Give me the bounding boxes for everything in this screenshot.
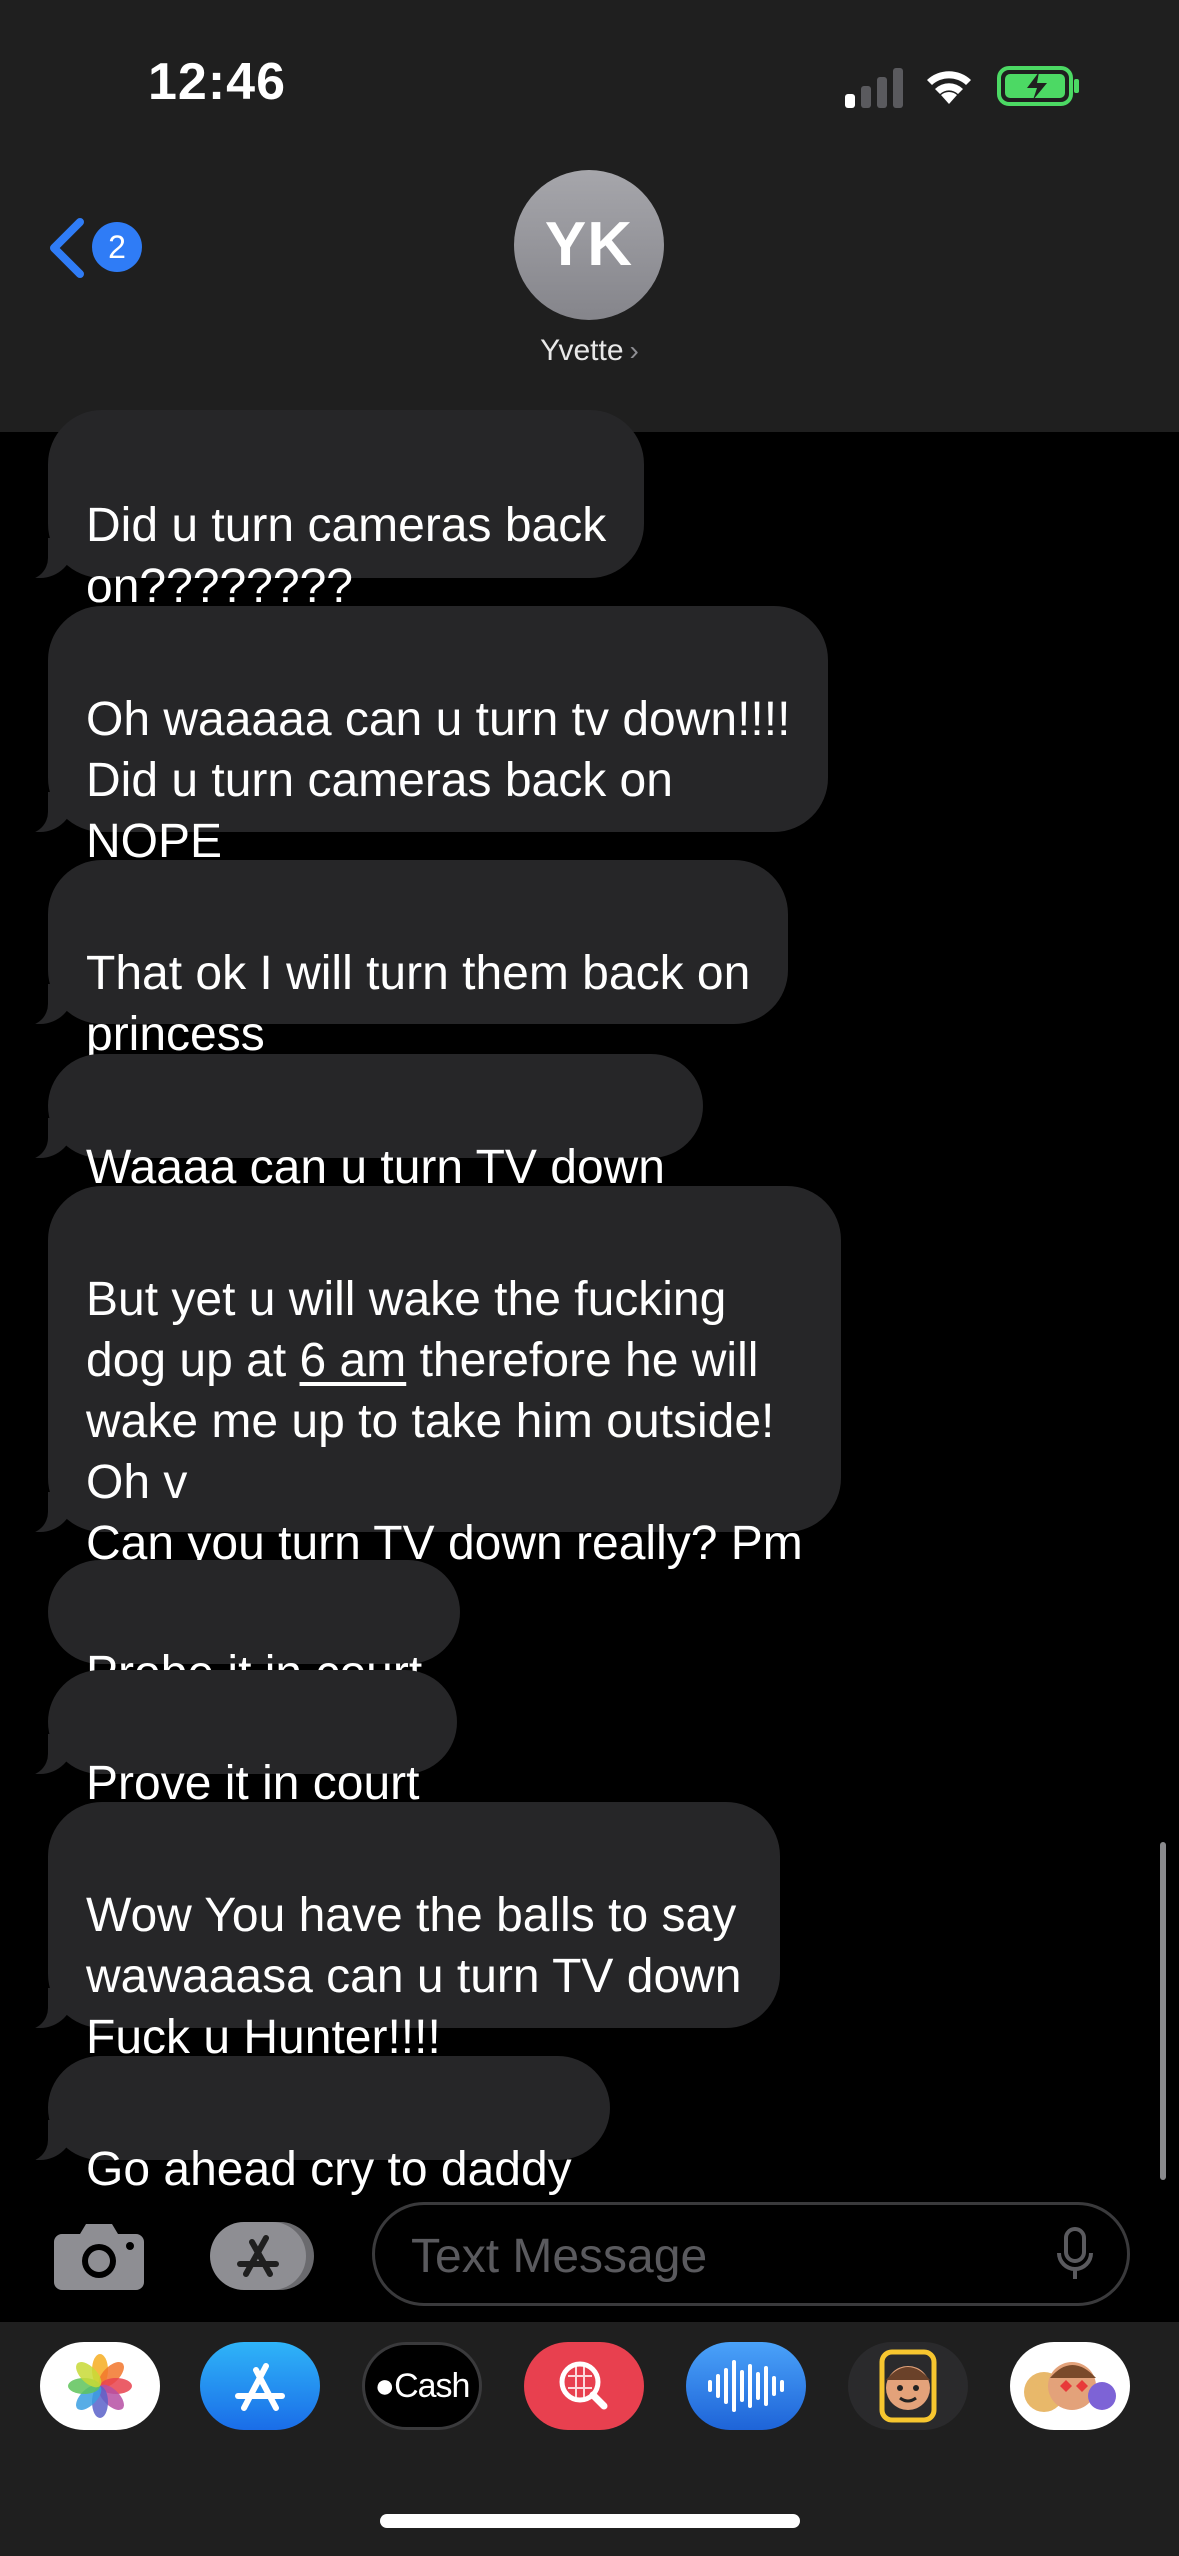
memoji-stickers-icon[interactable]	[1010, 2342, 1130, 2430]
home-indicator[interactable]	[380, 2514, 800, 2528]
date-time-link[interactable]: 6 am	[300, 1334, 407, 1387]
message-text: Oh waaaaa can u turn tv down!!!! Did u t…	[86, 693, 791, 868]
message-bubble[interactable]: Oh waaaaa can u turn tv down!!!! Did u t…	[21, 606, 829, 868]
conversation-header: 12:46 2 YK Yvette ›	[0, 0, 1179, 432]
chevron-left-icon	[50, 218, 84, 278]
scrollbar[interactable]	[1160, 1842, 1166, 2180]
cellular-signal-icon	[845, 68, 903, 108]
apple-cash-icon[interactable]: ●Cash	[362, 2342, 482, 2430]
status-time: 12:46	[148, 53, 286, 111]
message-text: Go ahead cry to daddy	[86, 2143, 572, 2196]
message-bubble[interactable]: Go ahead cry to daddy	[22, 2056, 610, 2196]
back-button[interactable]: 2	[44, 210, 154, 282]
battery-charging-icon	[997, 66, 1079, 106]
message-text: But yet u will wake the fucking dog up a…	[86, 1273, 803, 1570]
message-bubble[interactable]: But yet u will wake the fucking dog up a…	[22, 1186, 841, 1570]
message-bubble[interactable]: Did u turn cameras back on????????	[21, 410, 645, 613]
contact-avatar[interactable]: YK	[514, 170, 664, 320]
unread-count-badge: 2	[92, 222, 142, 272]
app-store-icon[interactable]	[200, 2342, 320, 2430]
message-text: That ok I will turn them back on princes…	[86, 947, 751, 1061]
message-input[interactable]: Text Message	[372, 2202, 1130, 2306]
message-bubble[interactable]: Prove it in court	[21, 1670, 458, 1810]
apple-logo-icon: ●	[374, 2367, 396, 2405]
contact-name-button[interactable]: Yvette ›	[0, 334, 1179, 368]
message-text: Did u turn cameras back on????????	[86, 499, 607, 613]
memoji-icon[interactable]	[848, 2342, 968, 2430]
message-input-placeholder: Text Message	[411, 2230, 708, 2283]
app-store-drawer-icon[interactable]	[208, 2220, 320, 2292]
microphone-icon[interactable]	[1055, 2227, 1095, 2283]
message-bubble[interactable]: That ok I will turn them back on princes…	[21, 860, 789, 1061]
wifi-icon	[927, 71, 971, 104]
apple-cash-label: Cash	[394, 2367, 470, 2405]
message-bubble[interactable]: Probe it in court	[48, 1560, 461, 1700]
chevron-right-icon: ›	[629, 335, 639, 366]
message-bubble[interactable]: Wow You have the balls to say wawaaasa c…	[22, 1802, 780, 2064]
photos-icon[interactable]	[40, 2342, 160, 2430]
message-text: Wow You have the balls to say wawaaasa c…	[86, 1889, 742, 2064]
image-search-icon[interactable]	[524, 2342, 644, 2430]
camera-icon[interactable]	[52, 2218, 146, 2292]
audio-message-icon[interactable]	[686, 2342, 806, 2430]
message-bubble[interactable]: Waaaa can u turn TV down	[22, 1054, 703, 1194]
contact-name: Yvette	[540, 334, 624, 367]
